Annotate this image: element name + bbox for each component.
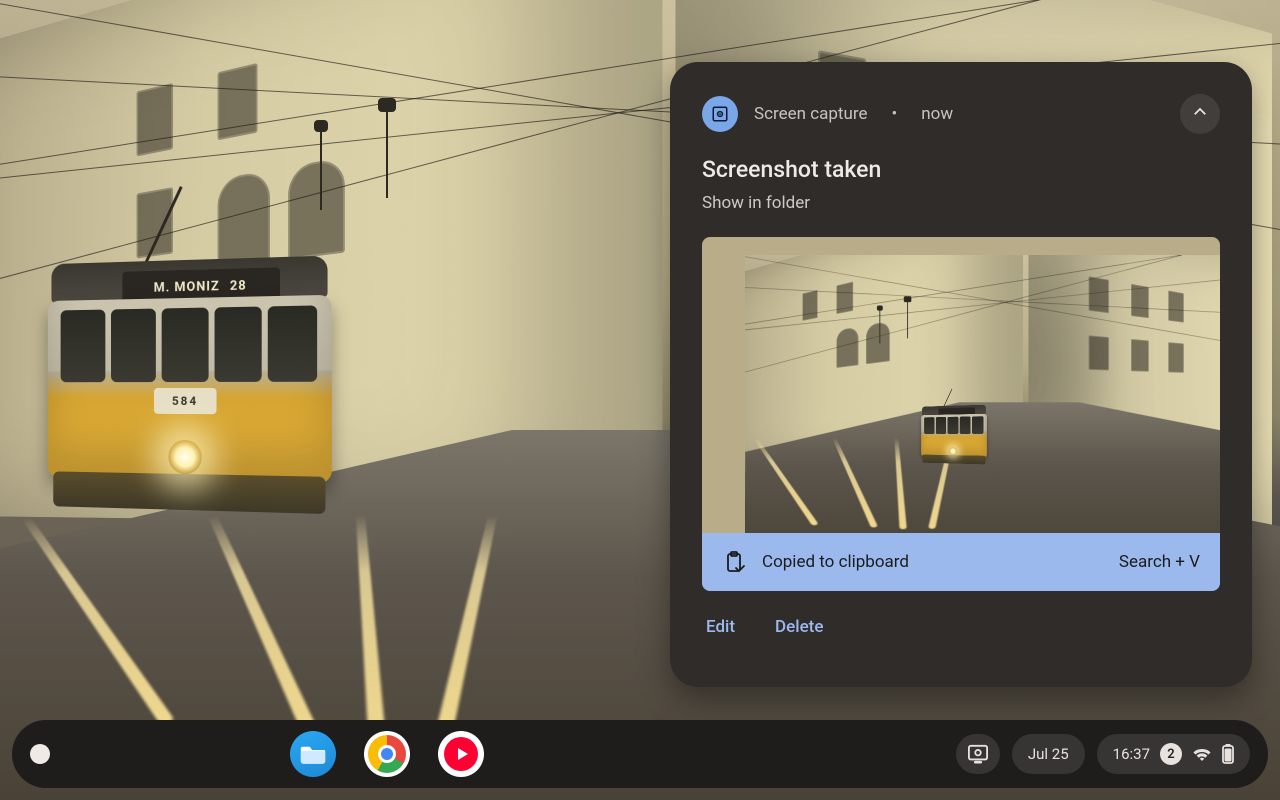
tram-route-label: M. MONIZ (154, 279, 220, 296)
notification-separator: • (891, 104, 897, 124)
status-tray: Jul 25 16:37 2 (956, 734, 1250, 774)
battery-icon (1222, 744, 1234, 764)
screen-capture-icon (702, 96, 738, 132)
screenshot-notification: Screen capture • now Screenshot taken Sh… (670, 62, 1252, 687)
screen-capture-tray-icon (967, 744, 989, 764)
files-app-icon[interactable] (290, 731, 336, 777)
tram-route-number: 28 (230, 278, 247, 294)
screenshot-preview[interactable] (702, 237, 1220, 533)
shelf-date: Jul 25 (1028, 745, 1069, 763)
notification-source: Screen capture (754, 104, 867, 124)
status-area[interactable]: 16:37 2 (1097, 734, 1250, 774)
launcher-button[interactable] (30, 744, 50, 764)
shelf-time: 16:37 (1113, 745, 1150, 763)
youtube-music-app-icon[interactable] (438, 731, 484, 777)
clipboard-label: Copied to clipboard (762, 552, 909, 572)
notification-count-badge: 2 (1160, 743, 1182, 765)
chrome-app-icon[interactable] (364, 731, 410, 777)
clipboard-shortcut: Search + V (1119, 552, 1200, 572)
shelf-apps (290, 731, 484, 777)
wallpaper-tram: M. MONIZ 28 584 (48, 255, 332, 524)
chevron-up-icon (1191, 103, 1209, 125)
shelf: Jul 25 16:37 2 (12, 720, 1268, 788)
delete-button[interactable]: Delete (775, 617, 823, 637)
collapse-button[interactable] (1180, 94, 1220, 134)
edit-button[interactable]: Edit (706, 617, 735, 637)
clipboard-bar[interactable]: Copied to clipboard Search + V (702, 533, 1220, 591)
clipboard-icon (722, 550, 746, 574)
wifi-icon (1192, 746, 1212, 762)
show-in-folder-link[interactable]: Show in folder (702, 193, 1220, 213)
tram-fleet-number: 584 (154, 388, 217, 414)
screen-capture-tray-button[interactable] (956, 734, 1000, 774)
notification-time: now (921, 104, 953, 124)
calendar-tray-button[interactable]: Jul 25 (1012, 734, 1085, 774)
notification-title: Screenshot taken (702, 156, 1220, 183)
